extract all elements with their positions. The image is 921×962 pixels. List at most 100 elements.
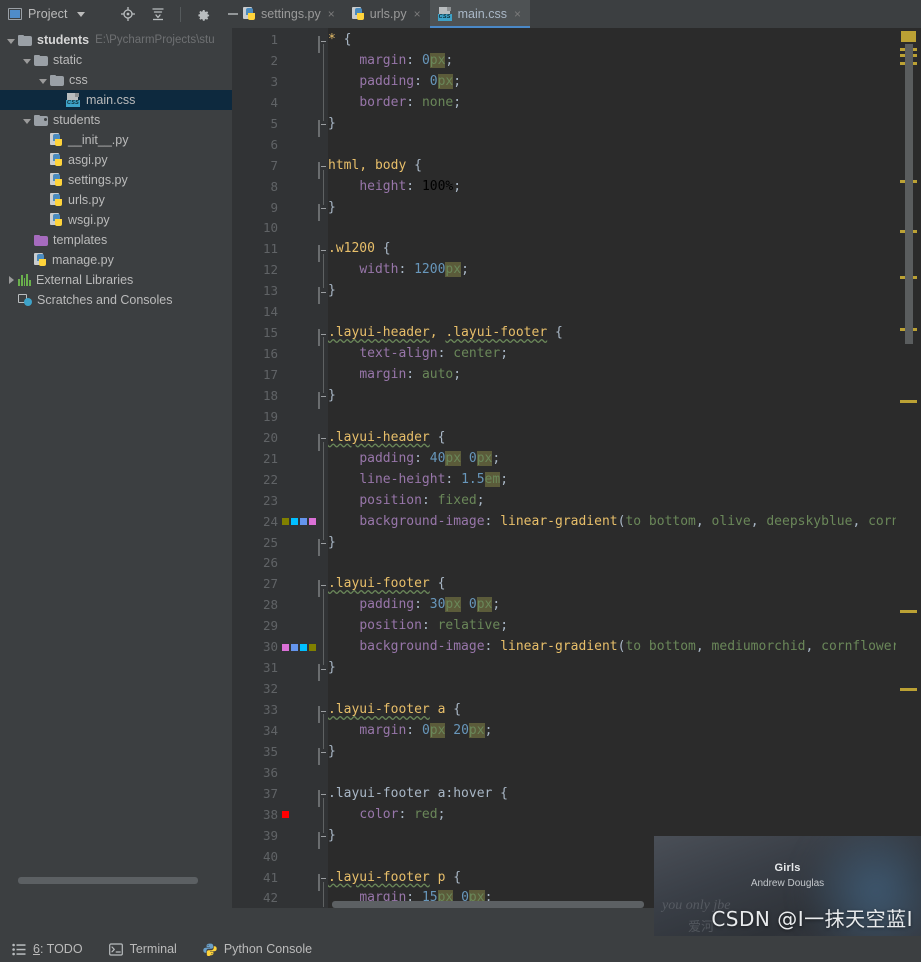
- chevron-right-icon[interactable]: [6, 275, 17, 286]
- project-tree-panel: students E:\PycharmProjects\stu static css C…: [0, 28, 232, 908]
- pycharm-window: Project settings.py × urls.py × CSS main…: [0, 0, 921, 962]
- color-swatch[interactable]: [282, 518, 289, 526]
- library-icon: [18, 274, 31, 286]
- color-swatch[interactable]: [282, 643, 289, 651]
- editor-line: 26: [232, 553, 921, 574]
- close-icon[interactable]: ×: [328, 7, 335, 21]
- chevron-down-icon[interactable]: [22, 115, 33, 126]
- tree-item-templates[interactable]: templates: [0, 230, 232, 250]
- color-swatch[interactable]: [291, 518, 298, 526]
- editor-line: 23 position: fixed;: [232, 491, 921, 512]
- fold-collapse-icon[interactable]: [318, 747, 328, 765]
- color-swatch-gutter[interactable]: [282, 811, 289, 819]
- code-text: .layui-footer a {: [328, 702, 462, 717]
- line-number: 1: [270, 32, 278, 47]
- tree-item-label: manage.py: [52, 253, 114, 267]
- tree-item-static[interactable]: static: [0, 50, 232, 70]
- fold-guide: [322, 588, 324, 663]
- editor-line: 3 padding: 0px;: [232, 72, 921, 93]
- tab-urls-py[interactable]: urls.py ×: [344, 0, 430, 28]
- editor-horizontal-scrollbar[interactable]: [332, 901, 644, 908]
- settings-gear-icon[interactable]: [195, 6, 211, 22]
- code-text: position: fixed;: [359, 492, 485, 508]
- editor-line: 20 .layui-header {: [232, 428, 921, 451]
- code-text: line-height: 1.5em;: [359, 471, 509, 487]
- chevron-down-icon[interactable]: [22, 55, 33, 66]
- status-item-todo[interactable]: 6: TODO: [12, 942, 83, 956]
- fold-collapse-icon[interactable]: [318, 119, 328, 137]
- editor-line: 5}: [232, 114, 921, 137]
- locate-target-icon[interactable]: [120, 6, 136, 22]
- fold-collapse-icon[interactable]: [318, 203, 328, 221]
- color-swatch[interactable]: [300, 643, 307, 651]
- line-number: 12: [262, 262, 278, 278]
- tree-item--init-py[interactable]: __init__.py: [0, 130, 232, 150]
- status-item-terminal[interactable]: Terminal: [108, 942, 177, 956]
- tab-settings-py[interactable]: settings.py ×: [235, 0, 344, 28]
- tree-item-scratches-and-consoles[interactable]: Scratches and Consoles: [0, 290, 232, 310]
- line-number: 18: [262, 387, 278, 403]
- editor-line: 24 background-image: linear-gradient(to …: [232, 512, 921, 533]
- tree-item-label: wsgi.py: [68, 213, 110, 227]
- line-number: 21: [262, 450, 278, 466]
- color-swatch-gutter[interactable]: [282, 518, 316, 526]
- editor-marker-bar[interactable]: [896, 28, 921, 908]
- line-number: 9: [270, 199, 278, 215]
- close-icon[interactable]: ×: [514, 7, 521, 21]
- tree-item-manage-py[interactable]: manage.py: [0, 250, 232, 270]
- tree-item-css[interactable]: css: [0, 70, 232, 90]
- tree-item-label: urls.py: [68, 193, 105, 207]
- tab-label: main.css: [457, 7, 507, 21]
- tree-item-external-libraries[interactable]: External Libraries: [0, 270, 232, 290]
- line-number: 22: [262, 471, 278, 487]
- status-bar: 6: TODO Terminal Python Console: [0, 936, 921, 962]
- line-number: 16: [262, 346, 278, 362]
- sidebar-horizontal-scrollbar[interactable]: [18, 877, 198, 884]
- fold-collapse-icon[interactable]: [318, 538, 328, 556]
- tab-main-css[interactable]: CSS main.css ×: [429, 0, 531, 28]
- editor-line: 30 background-image: linear-gradient(to …: [232, 637, 921, 658]
- code-text: background-image: linear-gradient(to bot…: [359, 639, 908, 655]
- line-number: 30: [262, 639, 278, 655]
- terminal-icon: [108, 942, 123, 956]
- color-swatch[interactable]: [309, 643, 316, 651]
- chevron-down-icon[interactable]: [6, 35, 17, 46]
- chevron-down-icon[interactable]: [38, 75, 49, 86]
- fold-collapse-icon[interactable]: [318, 831, 328, 849]
- line-number: 19: [262, 408, 278, 424]
- editor-line: 37 .layui-footer a:hover {: [232, 784, 921, 807]
- code-editor[interactable]: 1 * {2 margin: 0px; 3 padding: 0px; 4 borde…: [232, 28, 921, 908]
- tree-item-label: Scratches and Consoles: [37, 293, 173, 307]
- status-item-python-console[interactable]: Python Console: [203, 942, 312, 956]
- color-swatch[interactable]: [282, 811, 289, 819]
- fold-collapse-icon[interactable]: [318, 391, 328, 409]
- tree-item-wsgi-py[interactable]: wsgi.py: [0, 210, 232, 230]
- python-console-icon: [203, 943, 217, 956]
- collapse-all-icon[interactable]: [150, 6, 166, 22]
- fold-guide: [322, 714, 324, 747]
- code-text: background-image: linear-gradient(to bot…: [359, 513, 908, 529]
- editor-line: 21 padding: 40px 0px;: [232, 449, 921, 470]
- tree-item-urls-py[interactable]: urls.py: [0, 190, 232, 210]
- fold-collapse-icon[interactable]: [318, 286, 328, 305]
- chevron-down-icon[interactable]: [76, 11, 85, 17]
- tree-item-settings-py[interactable]: settings.py: [0, 170, 232, 190]
- tree-item-main-css[interactable]: CSS main.css: [0, 90, 232, 110]
- fold-expand-icon[interactable]: [318, 873, 328, 891]
- color-swatch-gutter[interactable]: [282, 643, 316, 651]
- line-number: 39: [262, 827, 278, 843]
- fold-collapse-icon[interactable]: [318, 663, 328, 682]
- code-text: border: none;: [359, 94, 462, 110]
- tree-item-students[interactable]: students E:\PycharmProjects\stu: [0, 30, 232, 50]
- close-icon[interactable]: ×: [414, 7, 421, 21]
- color-swatch[interactable]: [309, 518, 316, 526]
- tree-item-students[interactable]: students: [0, 110, 232, 130]
- editor-line: 31}: [232, 658, 921, 682]
- line-number: 35: [262, 743, 278, 759]
- color-swatch[interactable]: [291, 643, 298, 651]
- color-swatch[interactable]: [300, 518, 307, 526]
- line-number: 4: [270, 94, 278, 110]
- tree-item-asgi-py[interactable]: asgi.py: [0, 150, 232, 170]
